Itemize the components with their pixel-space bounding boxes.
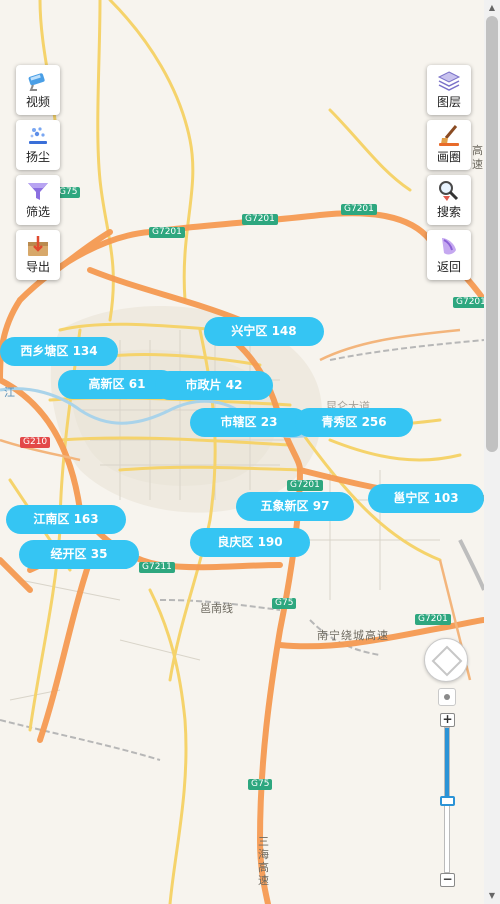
district-pill-xingning[interactable]: 兴宁区 148 <box>204 317 324 346</box>
road-badge-g210: G210 <box>20 437 51 448</box>
video-button[interactable]: 视频 <box>16 65 60 115</box>
zoom-slider-fill <box>445 728 449 800</box>
scroll-up-arrow[interactable]: ▲ <box>484 0 500 16</box>
filter-button[interactable]: 筛选 <box>16 175 60 225</box>
back-icon <box>442 238 456 255</box>
export-label: 导出 <box>25 260 50 274</box>
back-button[interactable]: 返回 <box>427 230 471 280</box>
dust-button[interactable]: 扬尘 <box>16 120 60 170</box>
map-canvas[interactable] <box>0 0 500 904</box>
map-label-yongnan-line: 邕南线 <box>200 602 233 615</box>
scroll-down-arrow[interactable]: ▼ <box>484 888 500 904</box>
district-pill-yongning[interactable]: 邕宁区 103 <box>368 484 484 513</box>
road-badge-g7201: G7201 <box>415 614 451 625</box>
district-pill-jingkai[interactable]: 经开区 35 <box>19 540 139 569</box>
draw-circle-label: 画圈 <box>436 150 461 164</box>
scroll-thumb[interactable] <box>486 16 498 452</box>
road-badge-g7201: G7201 <box>242 214 278 225</box>
district-pill-qingxiu[interactable]: 青秀区 256 <box>295 408 413 437</box>
search-button[interactable]: 搜索 <box>427 175 471 225</box>
road-badge-g7201: G7201 <box>341 204 377 215</box>
district-pill-shixia[interactable]: 市辖区 23 <box>190 408 308 437</box>
pan-control[interactable] <box>424 638 468 682</box>
zoom-in-button[interactable]: + <box>440 713 455 727</box>
zoom-out-button[interactable]: − <box>440 873 455 887</box>
zoom-slider-handle[interactable] <box>440 796 455 806</box>
dust-label: 扬尘 <box>25 150 50 164</box>
locate-center-button[interactable] <box>438 688 456 706</box>
layers-button[interactable]: 图层 <box>427 65 471 115</box>
road-badge-g75: G75 <box>248 779 273 790</box>
dust-icon <box>29 127 47 144</box>
map-label-right-su: 速 <box>472 158 483 171</box>
layers-label: 图层 <box>436 95 461 109</box>
road-badge-g75: G75 <box>272 598 297 609</box>
district-pill-liangqing[interactable]: 良庆区 190 <box>190 528 310 557</box>
draw-circle-button[interactable]: 画圈 <box>427 120 471 170</box>
video-label: 视频 <box>25 95 50 109</box>
filter-label: 筛选 <box>25 205 50 219</box>
district-pill-jiangnan[interactable]: 江南区 163 <box>6 505 126 534</box>
pan-arrows-icon <box>431 645 463 677</box>
district-pill-xixiangtang[interactable]: 西乡塘区 134 <box>0 337 118 366</box>
magnifier-icon <box>439 181 459 201</box>
road-badge-g7201: G7201 <box>149 227 185 238</box>
road-badge-g7211: G7211 <box>139 562 175 573</box>
search-label: 搜索 <box>436 205 461 219</box>
export-button[interactable]: 导出 <box>16 230 60 280</box>
map-label-nanning-ring: 南宁绕城高速 <box>317 629 389 642</box>
camera-icon <box>28 73 45 91</box>
map-label-river: 江 <box>4 386 15 399</box>
funnel-icon <box>28 183 48 200</box>
layers-icon <box>437 71 461 91</box>
district-pill-shizhengpian[interactable]: 市政片 42 <box>155 371 273 400</box>
map-label-sanhai-expressway: 三海高速 <box>258 835 269 887</box>
center-dot-icon <box>444 694 450 700</box>
page-scrollbar[interactable]: ▲ ▼ <box>484 0 500 904</box>
export-box-icon <box>28 236 48 256</box>
back-label: 返回 <box>436 260 461 274</box>
brush-icon <box>439 125 459 146</box>
district-pill-wuxiang[interactable]: 五象新区 97 <box>236 492 354 521</box>
road-badge-g7201: G7201 <box>287 480 323 491</box>
